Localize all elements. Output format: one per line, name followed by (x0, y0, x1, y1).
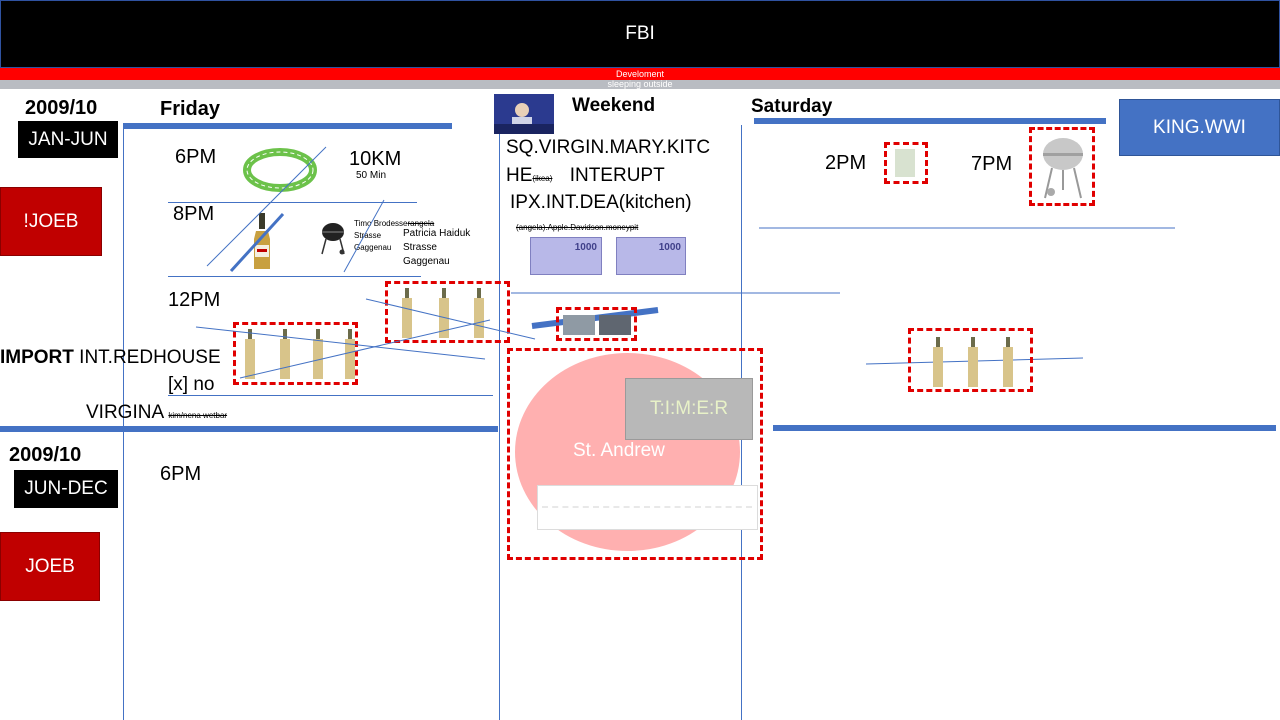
weekend-line-3: IPX.INT.DEA(kitchen) (510, 192, 692, 213)
banknote-value-1: 1000 (574, 242, 597, 253)
saturday-grill-frame (1029, 127, 1095, 206)
banknote-icon: 1000 (616, 237, 686, 275)
weekend-line-1: SQ.VIRGIN.MARY.KITC (506, 137, 711, 158)
saturday-time-7pm: 7PM (971, 153, 1013, 175)
banknote-value-2: 1000 (658, 242, 681, 253)
photo-thumbnail-2 (599, 315, 631, 335)
saturday-title: Saturday (751, 96, 833, 117)
input-dashed-line (542, 506, 752, 508)
st-andrew-label: St. Andrew (573, 440, 665, 461)
speaker-photo-icon (494, 94, 554, 134)
friday-time-6pm-bottom: 6PM (160, 463, 202, 485)
weekend-line-2-interupt: INTERUPT (569, 165, 665, 186)
grill-icon (1043, 138, 1083, 199)
weekend-line-2-he: HE (506, 165, 533, 186)
weekend-title: Weekend (572, 95, 656, 116)
timer-box[interactable]: T:I:M:E:R (625, 378, 753, 440)
king-wwi-button[interactable]: KING.WWI (1119, 99, 1280, 156)
bottle-icons-right (933, 337, 1013, 387)
weekend-line-2: HE(ikea) INTERUPT (506, 165, 665, 187)
st-andrew-input[interactable] (537, 485, 758, 530)
weekend-line-4: (angela).Apple.Davidson.moneypit (516, 223, 639, 232)
banknote-icon: 1000 (530, 237, 602, 275)
bottle-group-right (908, 328, 1033, 392)
saturday-2pm-image (895, 149, 915, 177)
photo-thumbnail-1 (563, 315, 595, 335)
photo-group (556, 307, 637, 341)
saturday-2pm-image-frame (884, 142, 928, 184)
saturday-time-2pm: 2PM (825, 152, 867, 174)
weekend-line-2-ikea: (ikea) (532, 174, 553, 183)
